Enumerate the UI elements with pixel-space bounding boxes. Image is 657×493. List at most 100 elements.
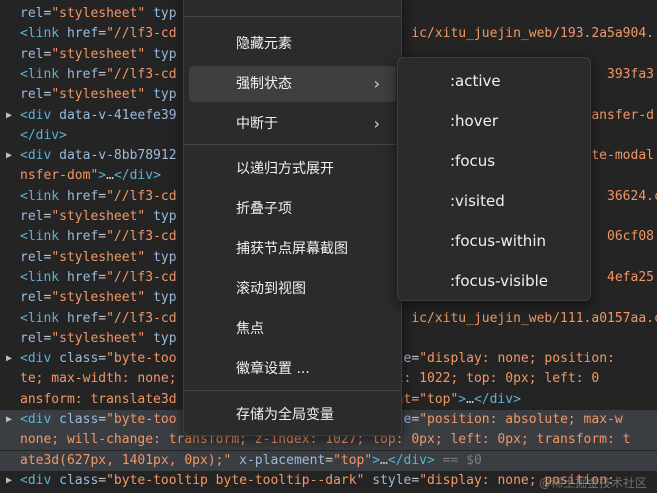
code-token: <link: [20, 188, 67, 204]
menu-item-hide-element[interactable]: 隐藏元素: [189, 26, 396, 62]
code-token: "stylesheet": [51, 6, 146, 21]
menu-item-store-as-global[interactable]: 存储为全局变量: [189, 397, 396, 433]
code-token: typ: [153, 87, 177, 103]
dom-tree-line-text: ate3d(627px, 1401px, 0px);" x-placement=…: [0, 453, 482, 468]
menu-item-break-on[interactable]: 中断于 ›: [189, 106, 396, 142]
code-token: href: [66, 269, 99, 285]
code-token: >: [98, 168, 107, 184]
menu-item-badge-settings[interactable]: 徽章设置 ...: [189, 351, 396, 387]
code-token: href: [66, 188, 99, 204]
expand-arrow-icon[interactable]: ▶: [6, 146, 12, 166]
submenu-item-focus[interactable]: :focus: [403, 141, 585, 181]
code-token: </div>: [387, 452, 435, 468]
code-token: <link: [20, 66, 67, 82]
code-token: data-v-41eefe39: [59, 107, 177, 123]
code-token: data-v-8bb78912: [59, 148, 177, 164]
code-token: =: [98, 26, 107, 42]
menu-item-paste[interactable]: 粘贴: [189, 0, 396, 9]
dom-tree-line-text: rel="stylesheet" typ: [0, 250, 177, 265]
code-token: href: [66, 26, 99, 42]
code-token: <link: [20, 310, 67, 326]
code-token: typ: [153, 330, 177, 346]
code-token: rel: [20, 46, 44, 62]
code-token: <link: [20, 229, 67, 245]
code-token: href: [66, 229, 99, 245]
expand-arrow-icon[interactable]: ▶: [6, 106, 12, 126]
code-token: </div>: [20, 127, 67, 143]
code-token: "stylesheet": [51, 87, 146, 103]
code-token: =: [98, 229, 107, 245]
menu-item-force-state[interactable]: 强制状态 ›: [189, 66, 396, 102]
code-token: rel: [20, 87, 44, 103]
code-token: x-placement: [239, 452, 326, 468]
code-token: =: [98, 412, 107, 427]
code-token: <div: [20, 107, 60, 123]
code-token: class: [59, 351, 99, 367]
menu-item-expand-recursively[interactable]: 以递归方式展开: [189, 151, 396, 187]
dom-tree-line-text: rel="stylesheet" typ: [0, 331, 177, 346]
dom-tree-line-text: rel="stylesheet" typ: [0, 47, 177, 62]
submenu-item-focus-visible[interactable]: :focus-visible: [403, 261, 585, 301]
code-token: class: [59, 472, 99, 488]
submenu-item-visited[interactable]: :visited: [403, 181, 585, 221]
code-token: …: [106, 168, 114, 184]
code-token: =: [98, 188, 107, 204]
code-token: rel: [20, 249, 44, 265]
code-token: "top": [333, 452, 373, 468]
code-token: href: [66, 66, 99, 82]
code-token: rel: [20, 6, 44, 21]
force-state-submenu: :active :hover :focus :visited :focus-wi…: [397, 57, 591, 301]
code-token: >: [372, 452, 381, 468]
code-token: style: [372, 472, 412, 488]
code-token: rel: [20, 290, 44, 306]
code-token: <link: [20, 269, 67, 285]
code-token: =: [98, 66, 107, 82]
code-token: "stylesheet": [51, 330, 146, 346]
code-token: <div: [20, 148, 60, 164]
code-token: class: [59, 412, 99, 427]
code-token: rel: [20, 330, 44, 346]
menu-item-focus[interactable]: 焦点: [189, 311, 396, 347]
code-token: "position: absolute; max-w: [419, 412, 623, 427]
code-token: </div>: [113, 168, 161, 184]
code-token: typ: [153, 209, 177, 224]
code-token: =: [411, 412, 420, 427]
dom-tree-line[interactable]: ate3d(627px, 1401px, 0px);" x-placement=…: [0, 450, 657, 471]
expand-arrow-icon[interactable]: ▶: [6, 471, 12, 491]
code-token: …: [380, 452, 388, 468]
code-token: …: [466, 391, 474, 407]
menu-separator: [184, 390, 401, 391]
code-token: <div: [20, 412, 60, 427]
code-token: =: [98, 472, 107, 488]
expand-arrow-icon[interactable]: ▶: [6, 410, 12, 430]
code-token: "byte-tooltip byte-tooltip--dark": [106, 472, 365, 488]
dom-tree-line-text: rel="stylesheet" typ: [0, 290, 177, 305]
chevron-right-icon: ›: [373, 74, 380, 93]
expand-arrow-icon[interactable]: ▶: [6, 349, 12, 369]
dom-tree-line-text: rel="stylesheet" typ: [0, 209, 177, 224]
code-token: <link: [20, 26, 67, 42]
menu-item-collapse-children[interactable]: 折叠子项: [189, 191, 396, 227]
chevron-right-icon: ›: [373, 114, 380, 133]
code-token: "display: none; position:: [419, 351, 623, 367]
code-token: =: [411, 351, 420, 367]
dom-tree-line-text: nsfer-dom">…</div>: [0, 168, 161, 183]
submenu-item-hover[interactable]: :hover: [403, 101, 585, 141]
submenu-item-focus-within[interactable]: :focus-within: [403, 221, 585, 261]
code-token: =: [98, 310, 107, 326]
code-token: rel: [20, 209, 44, 224]
code-token: <div: [20, 351, 60, 367]
menu-item-scroll-into-view[interactable]: 滚动到视图: [189, 271, 396, 307]
code-token: >: [458, 391, 467, 407]
menu-item-capture-node-screenshot[interactable]: 捕获节点屏幕截图: [189, 231, 396, 267]
code-token: =: [98, 351, 107, 367]
code-token: href: [66, 310, 99, 326]
submenu-item-active[interactable]: :active: [403, 61, 585, 101]
code-token: ate3d(627px, 1401px, 0px);": [20, 452, 232, 468]
